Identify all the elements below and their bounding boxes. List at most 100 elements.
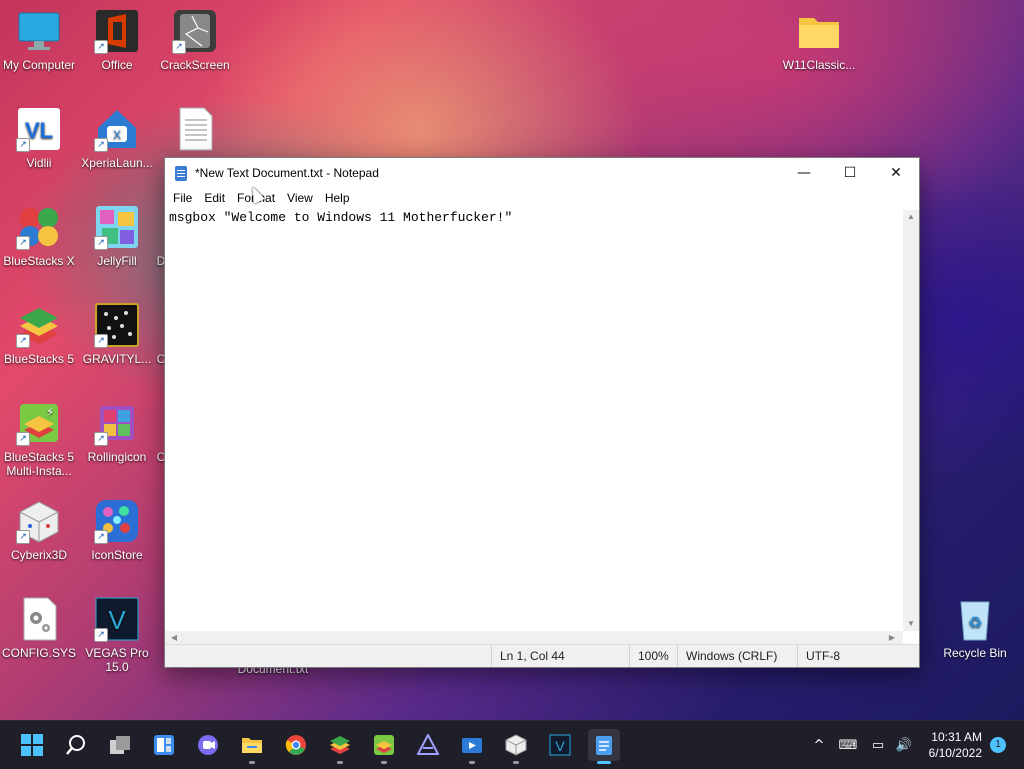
desktop-icon-w11classic[interactable]: W11Classic...: [780, 8, 858, 72]
desktop-icon-jellyfill[interactable]: ↗ JellyFill: [78, 204, 156, 268]
chat-button[interactable]: [192, 729, 224, 761]
desktop-icon-label: VEGAS Pro 15.0: [85, 646, 149, 674]
bluestacks5-icon: ↗: [16, 302, 62, 348]
desktop-icon-label: BlueStacks 5: [3, 352, 75, 366]
status-bar: Ln 1, Col 44 100% Windows (CRLF) UTF-8: [165, 644, 919, 667]
menu-bar: File Edit Format View Help: [165, 188, 919, 208]
xperia-home-icon: X ↗: [94, 106, 140, 152]
folder-icon: [796, 8, 842, 54]
vegas-button[interactable]: V: [544, 729, 576, 761]
scroll-down-icon[interactable]: ▼: [903, 617, 919, 631]
notepad-taskbar-button[interactable]: [588, 729, 620, 764]
menu-view[interactable]: View: [281, 188, 319, 208]
clock-time: 10:31 AM: [931, 730, 982, 744]
maximize-button[interactable]: ☐: [827, 158, 873, 188]
search-button[interactable]: [60, 729, 92, 761]
desktop-icon-label: JellyFill: [97, 254, 137, 268]
desktop-icon-text-file[interactable]: [156, 106, 234, 156]
status-encoding: UTF-8: [797, 645, 840, 667]
notepad-icon: [596, 736, 612, 755]
teams-chat-icon: [198, 735, 218, 755]
scroll-right-icon[interactable]: ▶: [885, 631, 899, 645]
scroll-left-icon[interactable]: ◀: [167, 631, 181, 645]
status-zoom: 100%: [629, 645, 669, 667]
desktop-icon-rollingicon[interactable]: ↗ Rollingicon: [78, 400, 156, 464]
bluestacks-x-icon: ↗: [16, 204, 62, 250]
bluestacks-icon: [330, 736, 350, 754]
desktop-icon-label: Office: [101, 58, 133, 72]
jellyfill-icon: ↗: [94, 204, 140, 250]
desktop-icon-label: Cyberix3D: [10, 548, 67, 562]
close-button[interactable]: ✕: [873, 158, 919, 188]
text-editor[interactable]: msgbox "Welcome to Windows 11 Motherfuck…: [165, 210, 903, 631]
file-explorer-button[interactable]: [236, 729, 268, 764]
vegas-icon: V: [549, 734, 571, 756]
desktop-icon-bluestacks-multi[interactable]: ⚡ ↗ BlueStacks 5 Multi-Insta...: [0, 400, 78, 478]
volume-icon[interactable]: 🔊: [892, 721, 916, 769]
desktop-icon-bluestacks-x[interactable]: ↗ BlueStacks X: [0, 204, 78, 268]
monitor-icon: [16, 8, 62, 54]
text-file-icon: [172, 106, 218, 152]
task-view-button[interactable]: [104, 729, 136, 761]
desktop-icon-xperia[interactable]: X ↗ XperiaLaun...: [78, 106, 156, 170]
desktop-icon-iconstore[interactable]: ↗ IconStore: [78, 498, 156, 562]
keyboard-icon[interactable]: ⌨: [836, 721, 860, 769]
svg-text:V: V: [108, 605, 126, 635]
desktop-icon-recycle-bin[interactable]: ♻ Recycle Bin: [936, 596, 1014, 660]
horizontal-scrollbar[interactable]: ◀ ▶: [165, 631, 903, 645]
title-bar[interactable]: *New Text Document.txt - Notepad — ☐ ✕: [165, 158, 919, 188]
bluestacks-multi-icon: [374, 735, 394, 755]
svg-text:X: X: [113, 128, 121, 142]
start-icon: [21, 734, 43, 756]
menu-edit[interactable]: Edit: [198, 188, 231, 208]
start-button[interactable]: [16, 729, 48, 761]
desktop-icon-label: GRAVITYL...: [82, 352, 152, 366]
recycle-bin-icon: ♻: [952, 596, 998, 642]
notification-badge[interactable]: 1: [990, 737, 1006, 753]
desktop-icon-my-computer[interactable]: My Computer: [0, 8, 78, 72]
show-hidden-icons-chevron-icon[interactable]: ^: [806, 721, 832, 769]
menu-file[interactable]: File: [167, 188, 198, 208]
desktop-icon-label: BlueStacks 5 Multi-Insta...: [3, 450, 75, 478]
search-icon: [66, 735, 85, 755]
gravity-icon: ↗: [94, 302, 140, 348]
network-icon[interactable]: ▭: [866, 721, 890, 769]
desktop-icon-cyberix3d[interactable]: ↗ Cyberix3D: [0, 498, 78, 562]
desktop-icon-gravity[interactable]: ↗ GRAVITYL...: [78, 302, 156, 366]
desktop-icon-label: W11Classic...: [782, 58, 856, 72]
desktop-icon-office[interactable]: ↗ Office: [78, 8, 156, 72]
scroll-up-icon[interactable]: ▲: [903, 210, 919, 224]
office-icon: ↗: [94, 8, 140, 54]
desktop-icon-label: CONFIG.SYS: [1, 646, 76, 660]
svg-text:⚡: ⚡: [46, 405, 54, 419]
desktop-icon-vegas[interactable]: V ↗ VEGAS Pro 15.0: [78, 596, 156, 674]
desktop-icon-label: BlueStacks X: [3, 254, 75, 268]
desktop-icon-crackscreen[interactable]: ↗ CrackScreen: [156, 8, 234, 72]
affinity-button[interactable]: [412, 729, 444, 761]
clock[interactable]: 10:31 AM 6/10/2022: [929, 729, 982, 761]
task-view-icon: [110, 736, 130, 754]
vidlii-icon: VL ↗: [16, 106, 62, 152]
notepad-icon: [175, 165, 187, 181]
minimize-button[interactable]: —: [781, 158, 827, 188]
desktop-icon-label: CrackScreen: [160, 58, 230, 72]
chrome-button[interactable]: [280, 729, 312, 761]
notepad-window[interactable]: *New Text Document.txt - Notepad — ☐ ✕ F…: [164, 157, 920, 668]
desktop-icon-label: My Computer: [2, 58, 76, 72]
movie-maker-icon: [462, 738, 482, 753]
vertical-scrollbar[interactable]: ▲ ▼: [903, 210, 919, 631]
menu-help[interactable]: Help: [319, 188, 356, 208]
desktop-icon-config-sys[interactable]: CONFIG.SYS: [0, 596, 78, 660]
bluestacks-button[interactable]: [324, 729, 356, 764]
desktop-icon-bluestacks-5[interactable]: ↗ BlueStacks 5: [0, 302, 78, 366]
rollingicon-icon: ↗: [94, 400, 140, 446]
desktop-icon-label: Vidlii: [26, 156, 52, 170]
desktop-icon-vidlii[interactable]: VL ↗ Vidlii: [0, 106, 78, 170]
widgets-button[interactable]: [148, 729, 180, 761]
taskbar: V ^ ⌨ ▭ 🔊 10:31 AM 6/10/2022 1: [0, 720, 1024, 769]
desktop-icon-label: Recycle Bin: [943, 646, 1007, 660]
bluestacks-multi-button[interactable]: [368, 729, 400, 764]
clock-date: 6/10/2022: [928, 746, 982, 760]
cyberix3d-button[interactable]: [500, 729, 532, 764]
movie-maker-button[interactable]: [456, 729, 488, 764]
